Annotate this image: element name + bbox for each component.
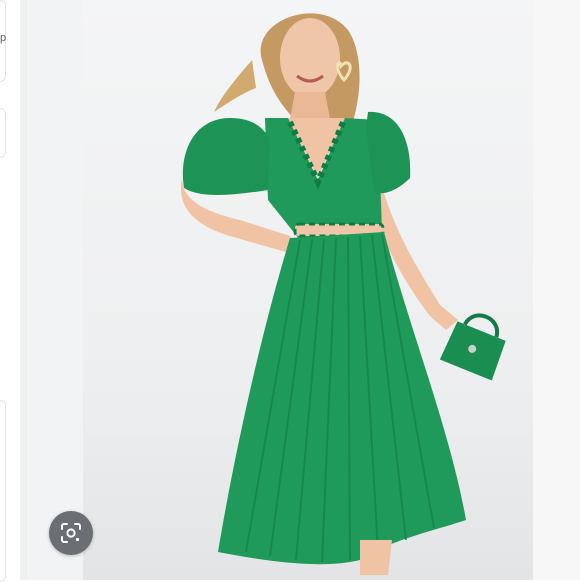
face [280, 18, 340, 98]
dress-skirt [218, 232, 466, 565]
legs [360, 540, 392, 575]
model-figure [181, 13, 506, 575]
hair-strand [214, 60, 256, 112]
image-search-button[interactable] [49, 511, 93, 555]
dress-left-sleeve [182, 118, 270, 195]
google-lens-icon [61, 523, 81, 543]
